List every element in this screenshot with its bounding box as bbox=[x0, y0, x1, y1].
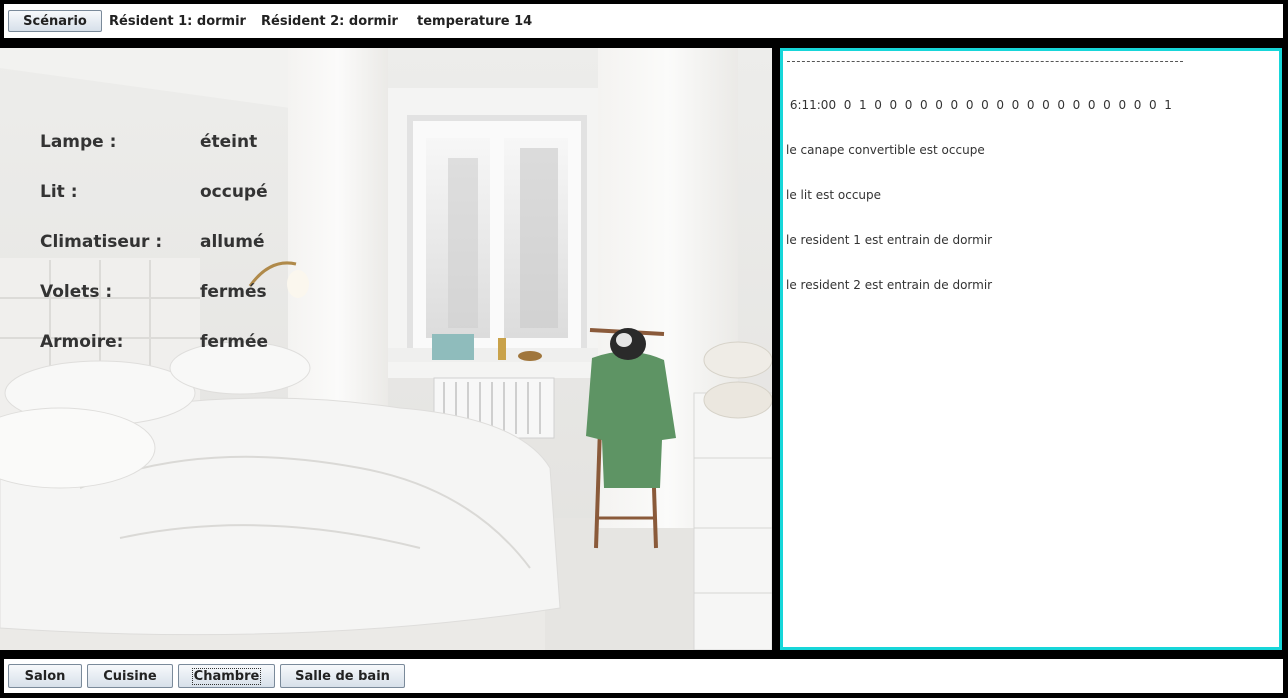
log-line: 6:11:00 0 1 0 0 0 0 0 0 0 0 0 0 0 0 0 0 … bbox=[786, 98, 1172, 112]
resident-1-status: Résident 1: dormir bbox=[109, 14, 246, 29]
shutters-label: Volets : bbox=[40, 282, 113, 302]
log-line: le lit est occupe bbox=[786, 188, 882, 202]
log-line: le canape convertible est occupe bbox=[786, 143, 985, 157]
bedroom-view: Lampe : éteint Lit : occupé Climatiseur … bbox=[0, 48, 772, 650]
cuisine-button[interactable]: Cuisine bbox=[87, 664, 173, 688]
salle-de-bain-button[interactable]: Salle de bain bbox=[280, 664, 405, 688]
lamp-label: Lampe : bbox=[40, 132, 117, 152]
log-lines: 6:11:00 0 1 0 0 0 0 0 0 0 0 0 0 0 0 0 0 … bbox=[786, 68, 1172, 323]
room-nav-bar: Salon Cuisine Chambre Salle de bain bbox=[4, 659, 1283, 693]
log-line: le resident 1 est entrain de dormir bbox=[786, 233, 993, 247]
bed-label: Lit : bbox=[40, 182, 78, 202]
log-line: le resident 2 est entrain de dormir bbox=[786, 278, 993, 292]
resident-2-status: Résident 2: dormir bbox=[261, 14, 398, 29]
shutters-status: fermés bbox=[200, 282, 267, 302]
salon-button[interactable]: Salon bbox=[8, 664, 82, 688]
top-status-bar: Scénario Résident 1: dormir Résident 2: … bbox=[4, 4, 1283, 38]
air-conditioner-status: allumé bbox=[200, 232, 265, 252]
lamp-status: éteint bbox=[200, 132, 258, 152]
chambre-button[interactable]: Chambre bbox=[178, 664, 275, 688]
air-conditioner-label: Climatiseur : bbox=[40, 232, 163, 252]
scenario-button[interactable]: Scénario bbox=[8, 10, 102, 32]
temperature-status: temperature 14 bbox=[417, 14, 533, 29]
chambre-button-label: Chambre bbox=[191, 667, 262, 685]
wardrobe-label: Armoire: bbox=[40, 332, 124, 352]
event-log-panel[interactable]: 6:11:00 0 1 0 0 0 0 0 0 0 0 0 0 0 0 0 0 … bbox=[780, 48, 1282, 650]
wardrobe-status: fermée bbox=[200, 332, 269, 352]
log-separator bbox=[787, 61, 1183, 62]
bed-status: occupé bbox=[200, 182, 268, 202]
